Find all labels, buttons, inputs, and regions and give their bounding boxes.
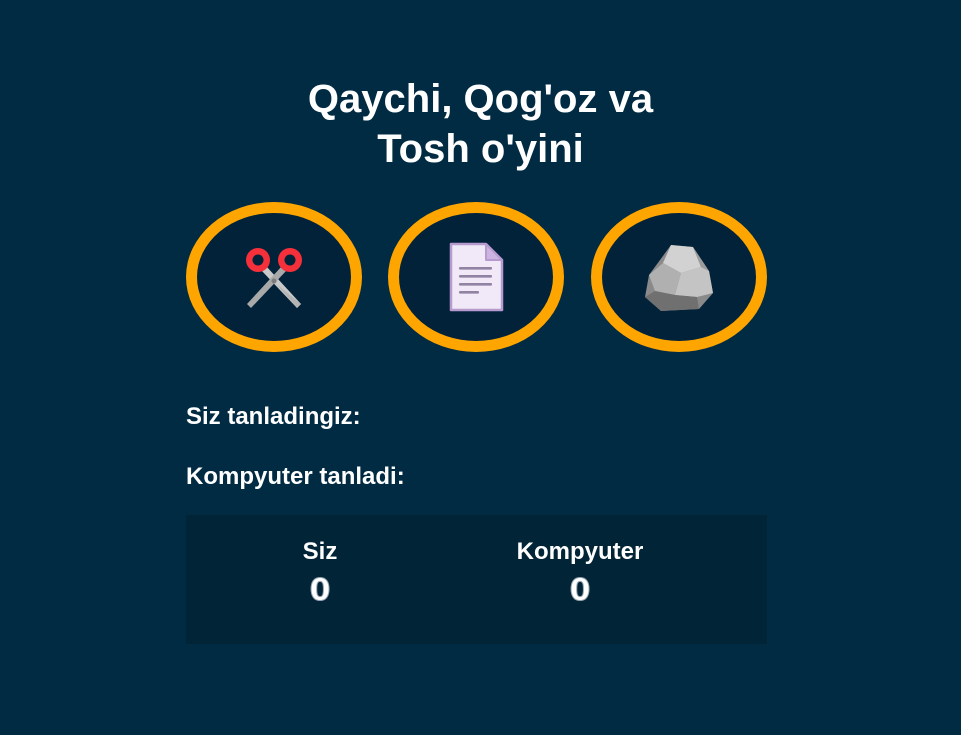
player-score: Siz 0 <box>278 537 362 609</box>
game-page: Qaychi, Qog'oz va Tosh o'yini Siz tanlad… <box>0 0 961 735</box>
paper-document-icon <box>449 242 504 312</box>
scissors-button[interactable] <box>186 202 362 352</box>
computer-choice-label: Kompyuter tanladi: <box>186 463 405 490</box>
scoreboard: Siz 0 Kompyuter 0 <box>186 515 767 644</box>
computer-score-value: 0 <box>569 573 591 609</box>
scissors-icon <box>246 248 302 308</box>
player-score-value: 0 <box>309 573 331 609</box>
paper-button[interactable] <box>388 202 564 352</box>
player-choice-label: Siz tanladingiz: <box>186 403 361 430</box>
computer-score-label: Kompyuter <box>516 538 644 565</box>
player-score-label: Siz <box>302 538 338 565</box>
computer-score: Kompyuter 0 <box>486 537 674 609</box>
title-line-2: Tosh o'yini <box>377 127 584 171</box>
choice-buttons <box>186 202 767 352</box>
rock-button[interactable] <box>591 202 767 352</box>
title-line-1: Qaychi, Qog'oz va <box>307 77 654 121</box>
rock-icon <box>645 245 713 311</box>
page-title: Qaychi, Qog'oz va Tosh o'yini <box>0 74 961 174</box>
